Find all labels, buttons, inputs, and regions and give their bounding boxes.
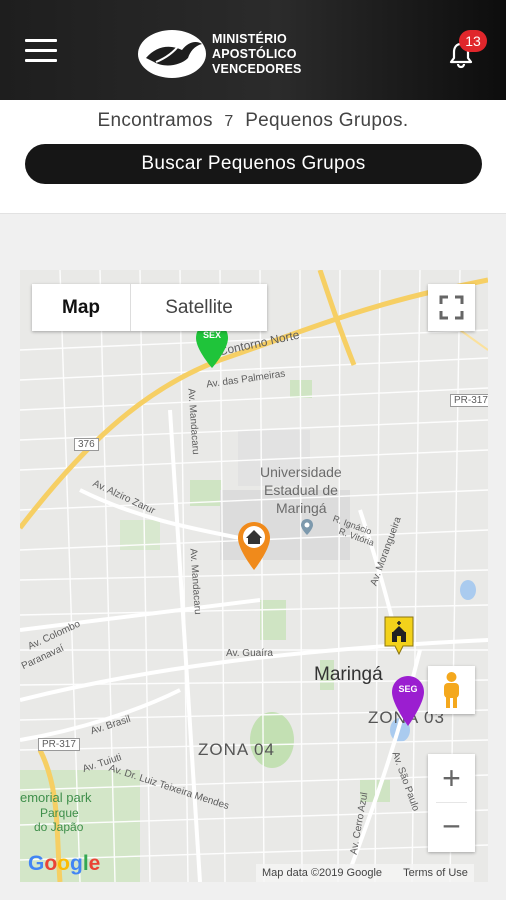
results-count: 7	[224, 113, 234, 130]
pegman-icon	[444, 672, 459, 708]
dove-logo-icon	[138, 30, 206, 78]
route-shield-pr317-bottom: PR-317	[38, 738, 80, 751]
search-groups-button[interactable]: Buscar Pequenos Grupos	[25, 144, 482, 184]
map-view[interactable]: Contorno Norte Av. das Palmeiras PR-317 …	[20, 270, 488, 882]
zoom-out-button[interactable]: −	[428, 803, 475, 852]
map-attribution: Map data ©2019 Google Terms of Use	[256, 864, 474, 882]
map-type-satellite-button[interactable]: Satellite	[131, 284, 267, 331]
street-view-button[interactable]	[428, 666, 475, 714]
place-label-university-1: Universidade	[260, 464, 342, 480]
map-data-credit: Map data ©2019 Google	[262, 867, 383, 879]
zoom-control: + −	[428, 754, 475, 852]
place-label-parque-2: do Japão	[34, 820, 84, 834]
results-suffix: Pequenos Grupos.	[245, 110, 409, 131]
place-label-university-3: Maringá	[276, 500, 327, 516]
route-shield-376: 376	[74, 438, 99, 451]
app-header: MINISTÉRIO APOSTÓLICO VENCEDORES 13	[0, 0, 506, 100]
road-label-guaira: Av. Guaíra	[226, 648, 273, 659]
logo-line-2: APOSTÓLICO	[212, 47, 297, 61]
place-label-university-2: Estadual de	[264, 482, 338, 498]
map-type-control: Map Satellite	[32, 284, 267, 331]
city-label-maringa: Maringá	[314, 664, 383, 685]
results-summary: Encontramos 7 Pequenos Grupos.	[0, 110, 506, 132]
logo-text: MINISTÉRIO APOSTÓLICO VENCEDORES	[212, 32, 302, 77]
marker-day-label: SEG	[398, 684, 418, 694]
map-marker-home[interactable]	[236, 520, 272, 572]
hamburger-menu-icon[interactable]	[22, 36, 62, 66]
map-marker-seg[interactable]: SEG	[390, 674, 426, 728]
results-prefix: Encontramos	[97, 110, 213, 131]
logo-line-3: VENCEDORES	[212, 62, 302, 76]
church-icon	[384, 616, 414, 656]
fullscreen-icon	[439, 295, 464, 320]
google-logo: Google	[28, 852, 101, 875]
home-icon	[238, 522, 270, 570]
zoom-in-button[interactable]: +	[428, 754, 475, 802]
route-shield-pr317: PR-317	[450, 394, 488, 407]
place-pin-icon	[301, 519, 313, 535]
logo-line-1: MINISTÉRIO	[212, 32, 287, 46]
place-label-parque-1: Parque	[40, 806, 79, 820]
notification-count-badge: 13	[459, 30, 487, 52]
map-pin-icon	[392, 676, 424, 726]
fullscreen-button[interactable]	[428, 284, 475, 331]
ministry-logo: MINISTÉRIO APOSTÓLICO VENCEDORES	[136, 28, 301, 84]
place-label-memorial-park: emorial park	[20, 790, 92, 805]
marker-day-label: SEX	[202, 330, 221, 340]
terms-of-use-link[interactable]: Terms of Use	[403, 867, 468, 879]
district-label-zona-04: ZONA 04	[198, 740, 275, 759]
map-type-map-button[interactable]: Map	[32, 284, 131, 331]
map-marker-church[interactable]	[382, 614, 416, 656]
